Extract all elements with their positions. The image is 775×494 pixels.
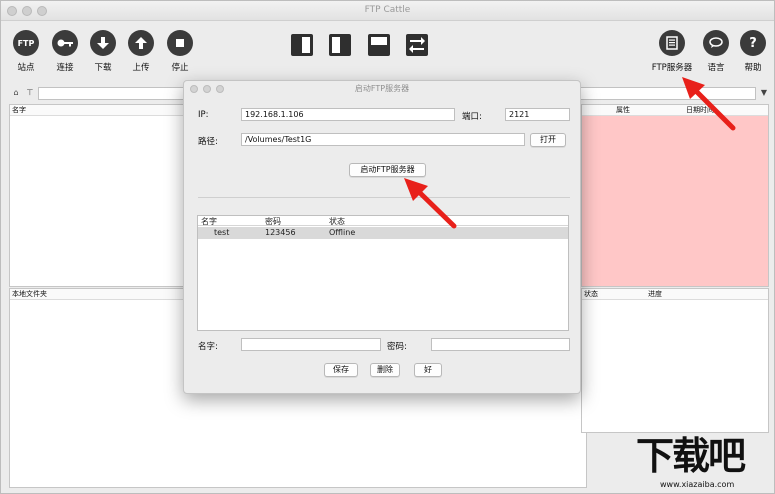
watermark-url: www.xiazaiba.com xyxy=(660,480,735,489)
arrow-to-start-button xyxy=(404,178,457,229)
arrow-to-ftp-server-button xyxy=(682,77,736,131)
watermark-logo: 下载吧 www.xiazaiba.com xyxy=(636,432,772,492)
watermark-text: 下载吧 xyxy=(636,434,746,478)
annotation-arrows xyxy=(404,77,736,229)
